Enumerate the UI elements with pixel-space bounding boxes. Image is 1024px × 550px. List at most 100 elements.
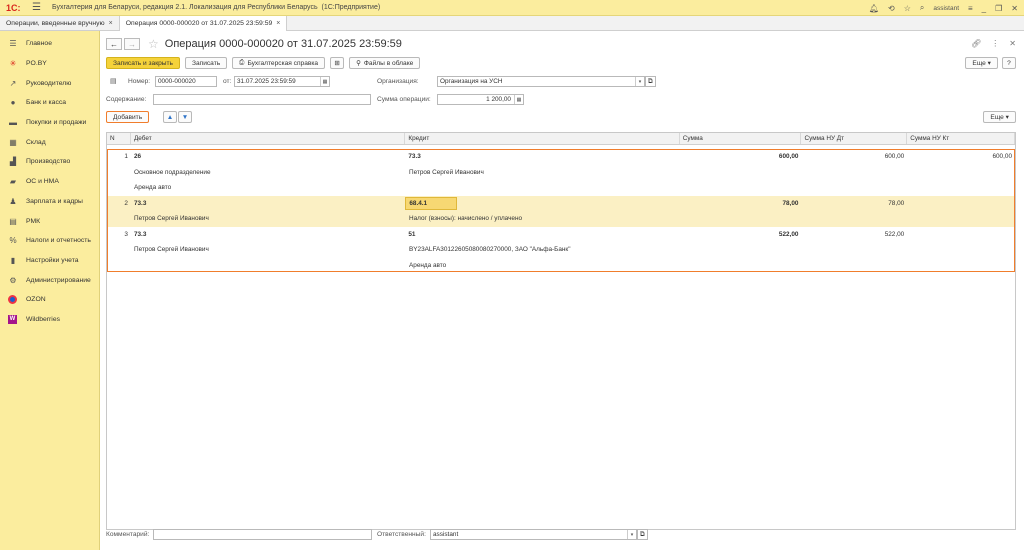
postings-button[interactable]: ⊞ xyxy=(330,57,345,69)
date-field[interactable]: 31.07.2025 23:59:59 ▦ xyxy=(234,76,330,87)
table-row-selected[interactable]: 2 73.3 68.4.1 78,00 78,00 Петров Сергей … xyxy=(107,195,1015,227)
sidebar-item-taxes[interactable]: % Налоги и отчетность xyxy=(0,231,99,251)
col-credit[interactable]: Кредит xyxy=(405,133,680,144)
organization-field[interactable]: Организация на УСН ▾ xyxy=(437,76,645,87)
history-icon[interactable]: ⟲ xyxy=(888,4,895,13)
active-cell-credit[interactable]: 68.4.1 xyxy=(405,196,458,210)
save-button[interactable]: Записать xyxy=(184,57,228,69)
sidebar-item-admin[interactable]: ⚙ Администрирование xyxy=(0,270,99,290)
add-button[interactable]: Добавить xyxy=(106,111,150,123)
comment-field[interactable] xyxy=(153,529,372,540)
table-row[interactable]: 1 26 73.3 600,00 600,00 600,00 Основное … xyxy=(107,149,1015,196)
sidebar-item-main[interactable]: ☰ Главное xyxy=(0,34,99,54)
sidebar-item-purchases[interactable]: ▬ Покупки и продажи xyxy=(0,113,99,133)
table-more-button[interactable]: Еще ▾ xyxy=(983,111,1016,123)
chevron-down-icon[interactable]: ▾ xyxy=(627,530,636,539)
factory-icon: ▟ xyxy=(9,157,17,167)
col-debit[interactable]: Дебет xyxy=(131,133,406,144)
operation-sum-field[interactable]: 1 200,00 ▦ xyxy=(437,94,524,105)
arrow-down-icon: ▼ xyxy=(181,113,189,121)
close-icon[interactable]: ✕ xyxy=(1011,4,1018,13)
percent-icon: % xyxy=(9,236,17,246)
more-button[interactable]: Еще ▾ xyxy=(965,57,998,69)
tab-operation[interactable]: Операция 0000-000020 от 31.07.2025 23:59… xyxy=(119,16,288,31)
cloud-files-button[interactable]: ⚲ Файлы в облаке xyxy=(349,57,421,69)
content-label: Содержание: xyxy=(106,96,147,103)
sidebar: ☰ Главное ✳ PO.BY ↗ Руководителю ● Банк и ка… xyxy=(0,31,100,550)
sidebar-item-ozon[interactable]: OZON xyxy=(0,290,99,310)
sidebar-item-wildberries[interactable]: W Wildberries xyxy=(0,310,99,330)
organization-label: Организация: xyxy=(377,78,419,85)
notifications-icon[interactable]: 🔔︎ xyxy=(869,4,879,13)
close-tab-icon[interactable]: × xyxy=(276,20,280,27)
search-icon[interactable]: ⌕ xyxy=(920,3,924,13)
arrow-up-icon: ▲ xyxy=(166,113,174,121)
open-link-icon: ⧉ xyxy=(648,77,653,85)
minimize-icon[interactable]: _ xyxy=(982,4,986,13)
close-tab-icon[interactable]: × xyxy=(109,20,113,27)
col-n[interactable]: N xyxy=(107,133,131,144)
col-sum-nu-dt[interactable]: Сумма НУ Дт xyxy=(801,133,908,144)
sidebar-item-poby[interactable]: ✳ PO.BY xyxy=(0,54,99,74)
sidebar-item-bank[interactable]: ● Банк и касса xyxy=(0,93,99,113)
sidebar-item-salary[interactable]: ♟ Зарплата и кадры xyxy=(0,192,99,212)
forward-button[interactable]: → xyxy=(124,38,140,50)
printer-icon: ⎙ xyxy=(239,59,245,66)
close-form-icon[interactable]: ✕ xyxy=(1009,39,1016,48)
title-bar: 1С: ☰ Бухгалтерия для Беларуси, редакция… xyxy=(0,0,1024,16)
calendar-icon[interactable]: ▦ xyxy=(320,77,329,86)
back-button[interactable]: ← xyxy=(106,38,122,50)
dt-kt-icon: ⊞ xyxy=(334,60,340,67)
link-icon[interactable]: 🔗︎ xyxy=(971,39,981,48)
paperclip-icon: ⚲ xyxy=(356,60,361,67)
menu-icon: ☰ xyxy=(9,39,17,49)
help-button[interactable]: ? xyxy=(1002,57,1016,69)
doc-icon: ▤ xyxy=(110,78,117,85)
responsible-label: Ответственный: xyxy=(377,531,426,538)
sidebar-item-rmk[interactable]: ▤ РМК xyxy=(0,211,99,231)
favorites-icon[interactable]: ☆ xyxy=(904,4,911,13)
move-down-button[interactable]: ▼ xyxy=(178,111,192,123)
wb-icon: W xyxy=(8,314,17,324)
save-and-close-button[interactable]: Записать и закрыть xyxy=(106,57,180,69)
chart-icon: ↗ xyxy=(9,78,17,88)
content-field[interactable] xyxy=(153,94,371,105)
register-icon: ▤ xyxy=(9,216,17,226)
tab-manual-operations[interactable]: Операции, введенные вручную × xyxy=(0,16,120,31)
open-organization-button[interactable]: ⧉ xyxy=(645,76,656,87)
user-name[interactable]: assistant xyxy=(933,5,959,12)
sidebar-item-manager[interactable]: ↗ Руководителю xyxy=(0,73,99,93)
truck-icon: ▰ xyxy=(9,177,17,187)
sidebar-item-production[interactable]: ▟ Производство xyxy=(0,152,99,172)
responsible-field[interactable]: assistant ▾ xyxy=(430,529,637,540)
sidebar-item-warehouse[interactable]: ▦ Склад xyxy=(0,132,99,152)
comment-label: Комментарий: xyxy=(106,531,150,538)
sidebar-item-assets[interactable]: ▰ ОС и НМА xyxy=(0,172,99,192)
app-logo: 1С: xyxy=(6,2,21,13)
page-title: Операция 0000-000020 от 31.07.2025 23:59… xyxy=(164,38,402,50)
col-sum[interactable]: Сумма xyxy=(680,133,802,144)
favorite-star-icon[interactable]: ☆ xyxy=(148,37,159,51)
main-menu-icon[interactable]: ☰ xyxy=(32,2,48,13)
calculator-icon[interactable]: ▦ xyxy=(514,95,523,104)
number-field[interactable]: 0000-000020 xyxy=(155,76,217,87)
postings-table: N Дебет Кредит Сумма Сумма НУ Дт Сумма Н… xyxy=(106,132,1016,530)
table-row[interactable]: 3 73.3 51 522,00 522,00 Петров Сергей Ив… xyxy=(107,227,1015,274)
col-sum-nu-kt[interactable]: Сумма НУ Кт xyxy=(907,133,1015,144)
star-icon: ✳ xyxy=(9,59,17,69)
move-up-button[interactable]: ▲ xyxy=(163,111,177,123)
table-header: N Дебет Кредит Сумма Сумма НУ Дт Сумма Н… xyxy=(107,133,1015,145)
more-vertical-icon[interactable]: ⋮ xyxy=(991,39,999,48)
gear-icon: ⚙ xyxy=(9,275,17,285)
settings-menu-icon[interactable]: ≡ xyxy=(968,4,973,13)
number-label: Номер: xyxy=(128,78,151,85)
accounting-help-button[interactable]: ⎙ Бухгалтерская справка xyxy=(232,57,326,69)
chevron-down-icon[interactable]: ▾ xyxy=(635,77,644,86)
person-icon: ♟ xyxy=(9,196,17,206)
sidebar-item-accounting-settings[interactable]: ▮ Настройки учета xyxy=(0,251,99,271)
open-responsible-button[interactable]: ⧉ xyxy=(637,529,648,540)
open-windows-tabs: Операции, введенные вручную × Операция 00… xyxy=(0,16,1024,31)
restore-icon[interactable]: ❐ xyxy=(995,4,1002,13)
operation-sum-label: Сумма операции: xyxy=(377,96,431,103)
form-footer: Комментарий: Ответственный: assistant ▾ ⧉ xyxy=(106,528,1016,544)
